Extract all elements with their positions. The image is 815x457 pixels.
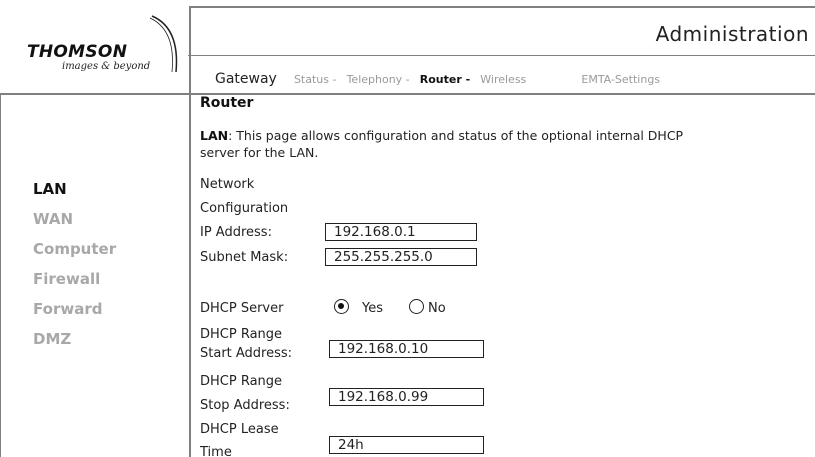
stop-address-label-line2: Stop Address: [200, 398, 290, 413]
stop-address-field[interactable] [329, 388, 484, 406]
nav-status[interactable]: Status - [294, 73, 337, 86]
subnet-mask-field[interactable] [325, 248, 477, 266]
section-title: Router [200, 95, 254, 111]
brand-logo: THOMSON images & beyond [0, 6, 188, 93]
start-address-field[interactable] [329, 340, 484, 358]
ip-address-field[interactable] [325, 223, 477, 241]
nav-emta-settings[interactable]: EMTA-Settings [581, 73, 660, 86]
logo-divider [189, 6, 191, 94]
subnet-mask-label: Subnet Mask: [200, 250, 289, 265]
ip-address-label: IP Address: [200, 225, 272, 240]
sidebar-item-computer[interactable]: Computer [33, 240, 116, 270]
top-nav: Gateway Status - Telephony - Router - Wi… [215, 68, 660, 87]
dhcp-server-label: DHCP Server [200, 301, 284, 316]
start-address-label-line1: DHCP Range [200, 327, 283, 342]
lease-time-field[interactable] [329, 436, 484, 454]
sidebar-item-forward[interactable]: Forward [33, 300, 116, 330]
logo-arc-icon [150, 15, 178, 73]
nav-gateway[interactable]: Gateway [215, 71, 277, 87]
header-bottom-divider [0, 93, 815, 95]
stop-address-label-line1: DHCP Range [200, 374, 283, 389]
sidebar: LAN WAN Computer Firewall Forward DMZ [33, 180, 116, 360]
nav-telephony[interactable]: Telephony - [347, 73, 410, 86]
nav-wireless[interactable]: Wireless [480, 73, 526, 86]
left-edge [0, 93, 1, 457]
start-address-label-line2: Start Address: [200, 346, 293, 361]
network-label-line2: Configuration [200, 201, 289, 216]
brand-name: THOMSON [27, 42, 128, 62]
lease-time-label-line1: DHCP Lease [200, 422, 279, 437]
nav-router[interactable]: Router - [420, 73, 470, 86]
router-admin-page: THOMSON images & beyond Administration G… [0, 0, 815, 457]
radio-selected-dot [338, 303, 344, 309]
sidebar-divider [189, 93, 191, 457]
nav-divider [188, 55, 815, 56]
lease-time-label-line2: Time [200, 445, 232, 457]
sidebar-item-firewall[interactable]: Firewall [33, 270, 116, 300]
dhcp-no-radio[interactable] [409, 299, 424, 314]
network-label-line1: Network [200, 177, 255, 192]
sidebar-item-dmz[interactable]: DMZ [33, 330, 116, 360]
sidebar-item-lan[interactable]: LAN [33, 180, 116, 210]
brand-tagline: images & beyond [62, 61, 151, 72]
dhcp-yes-radio[interactable] [334, 299, 349, 314]
page-title: Administration [655, 22, 809, 46]
description-topic: LAN [200, 128, 229, 143]
top-divider [190, 6, 815, 8]
dhcp-yes-label[interactable]: Yes [362, 301, 383, 316]
sidebar-item-wan[interactable]: WAN [33, 210, 116, 240]
dhcp-no-label[interactable]: No [428, 301, 446, 316]
description-text: : This page allows configuration and sta… [200, 128, 684, 160]
page-description: LAN: This page allows configuration and … [200, 127, 700, 161]
